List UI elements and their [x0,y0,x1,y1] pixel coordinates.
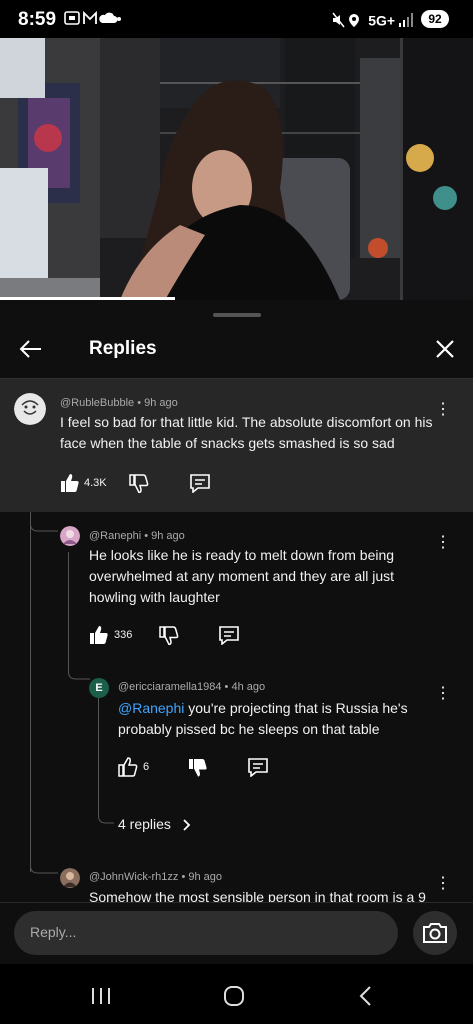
comment-icon [219,626,239,646]
comment-author[interactable]: @JohnWick-rh1zz [89,871,178,883]
like-count: 6 [143,761,150,773]
comment-menu-button[interactable]: ⋮ [433,683,453,705]
comment-age: 9h ago [151,530,185,542]
thumbs-down-icon [189,759,207,777]
like-button[interactable] [118,757,138,782]
thread-connector [98,798,114,824]
back-arrow-icon [19,340,41,358]
drag-handle[interactable] [213,313,261,317]
reply-placeholder: Reply... [30,924,77,940]
like-button[interactable] [89,625,109,650]
thumbs-down-icon [159,626,179,646]
replies-panel: Replies @RubleBubble • 9h ago I feel so … [0,302,473,902]
reply-comment: E @ericciaramella1984 • 4h ago @Ranephi … [0,667,473,797]
thumbs-up-icon [61,474,79,492]
more-replies-button[interactable]: 4 replies [118,816,193,832]
system-nav-bar [0,964,473,1024]
back-button[interactable] [14,332,48,366]
reply-comment: @Ranephi • 9h ago He looks like he is re… [0,512,473,652]
notification-icons-svg [64,10,121,25]
comment-text: Somehow the most sensible person in that… [89,889,426,902]
camera-icon [423,923,447,943]
reply-comment: @JohnWick-rh1zz • 9h ago Somehow the mos… [0,862,473,902]
comment-text: I feel so bad for that little kid. The a… [60,414,433,451]
comment-meta: @ericciaramella1984 • 4h ago [118,681,266,693]
signal-icon [399,13,413,28]
thumbs-up-icon [118,757,138,777]
comment-meta: @JohnWick-rh1zz • 9h ago [89,871,223,883]
home-icon [224,986,244,1006]
video-player[interactable] [0,38,473,300]
comment-icon [248,758,268,778]
reply-input[interactable]: Reply... [14,911,398,955]
comment-meta: @RubleBubble • 9h ago [60,397,178,409]
network-label: 5G+ [368,12,396,29]
dislike-button[interactable] [129,473,149,498]
reply-button[interactable] [247,757,269,782]
thumbs-down-icon [129,474,149,494]
dislike-button[interactable] [188,757,208,782]
comment-author[interactable]: @ericciaramella1984 [118,681,222,693]
video-progress-bar[interactable] [0,297,175,300]
avatar [60,868,80,888]
mention-link[interactable]: @Ranephi [118,700,184,716]
comment-icon [190,474,210,494]
panel-title: Replies [89,338,157,359]
status-time: 8:59 [18,9,57,30]
comment-text: He looks like he is ready to melt down f… [89,547,395,605]
battery-indicator: 92 [421,10,449,28]
comment-menu-button[interactable]: ⋮ [433,399,453,421]
more-replies-label: 4 replies [118,816,171,832]
camera-button[interactable] [413,911,457,955]
reply-bar: Reply... [0,902,473,965]
recent-apps-icon [92,988,110,1004]
close-button[interactable] [428,332,462,366]
chevron-right-icon [183,819,191,831]
status-bar: 8:59 5G+ 92 [0,0,473,38]
comment-age: 9h ago [188,871,223,883]
reply-button[interactable] [189,473,211,498]
mute-location-icons [332,12,360,28]
comment-meta: @Ranephi • 9h ago [89,530,185,542]
notification-icons [64,10,122,30]
comment-menu-button[interactable]: ⋮ [433,873,453,895]
main-comment: @RubleBubble • 9h ago I feel so bad for … [0,379,473,512]
system-icons: 5G+ [332,11,415,28]
avatar [60,526,80,546]
comment-text: @Ranephi you're projecting that is Russi… [118,698,418,740]
comment-author[interactable]: @RubleBubble [60,397,134,409]
thumbs-up-icon [90,626,108,644]
close-icon [436,340,454,358]
back-icon [359,986,371,1006]
avatar [14,393,46,425]
video-frame [0,38,473,300]
comment-age: 4h ago [231,681,266,693]
reply-button[interactable] [218,625,240,650]
like-button[interactable] [60,473,80,498]
comment-age: 9h ago [144,397,178,409]
dislike-button[interactable] [159,625,179,650]
like-count: 336 [114,629,133,641]
comment-author[interactable]: @Ranephi [89,530,141,542]
avatar: E [89,678,109,698]
like-count: 4.3K [84,477,107,489]
comment-menu-button[interactable]: ⋮ [433,532,453,554]
